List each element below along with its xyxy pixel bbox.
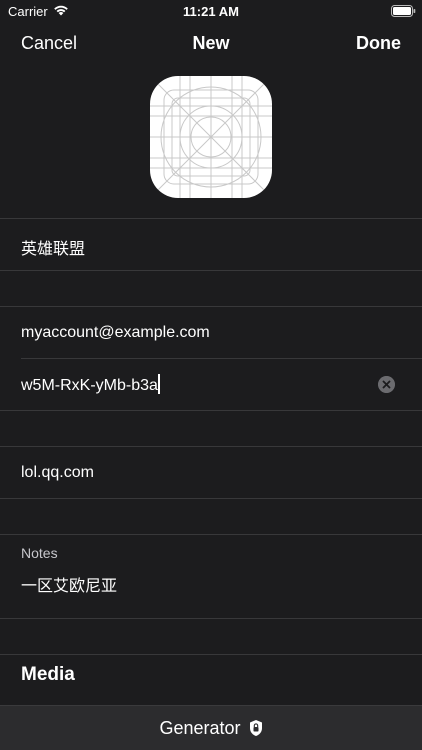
battery-icon [391, 5, 416, 17]
section-divider [0, 498, 422, 499]
section-divider [0, 270, 422, 271]
notes-label: Notes [21, 545, 58, 561]
section-divider [0, 218, 422, 219]
clear-icon[interactable] [378, 376, 395, 393]
generator-button[interactable]: Generator [159, 718, 240, 739]
account-field[interactable]: myaccount@example.com [21, 324, 210, 342]
title-field[interactable]: 英雄联盟 [21, 235, 85, 259]
section-divider [0, 446, 422, 447]
section-divider [0, 306, 422, 307]
password-value: w5M-RxK-yMb-b3a [21, 377, 158, 394]
status-bar: Carrier 11:21 AM [0, 0, 422, 24]
text-caret [157, 374, 160, 394]
password-field[interactable]: w5M-RxK-yMb-b3a [21, 374, 160, 395]
section-divider [0, 618, 422, 619]
generator-toolbar[interactable]: Generator [0, 705, 422, 750]
screen: Carrier 11:21 AM Cancel New Done 英雄联盟 my… [0, 0, 422, 750]
done-button[interactable]: Done [356, 33, 401, 54]
section-divider [0, 534, 422, 535]
notes-field[interactable]: 一区艾欧尼亚 [21, 572, 117, 596]
lock-icon [249, 720, 262, 736]
media-section-heading: Media [21, 664, 75, 685]
app-icon-picker[interactable] [150, 76, 272, 198]
section-divider [0, 410, 422, 411]
website-field[interactable]: lol.qq.com [21, 464, 94, 482]
app-icon-grid [150, 76, 272, 198]
clock: 11:21 AM [183, 4, 239, 19]
row-divider [21, 358, 422, 359]
section-divider [0, 654, 422, 655]
